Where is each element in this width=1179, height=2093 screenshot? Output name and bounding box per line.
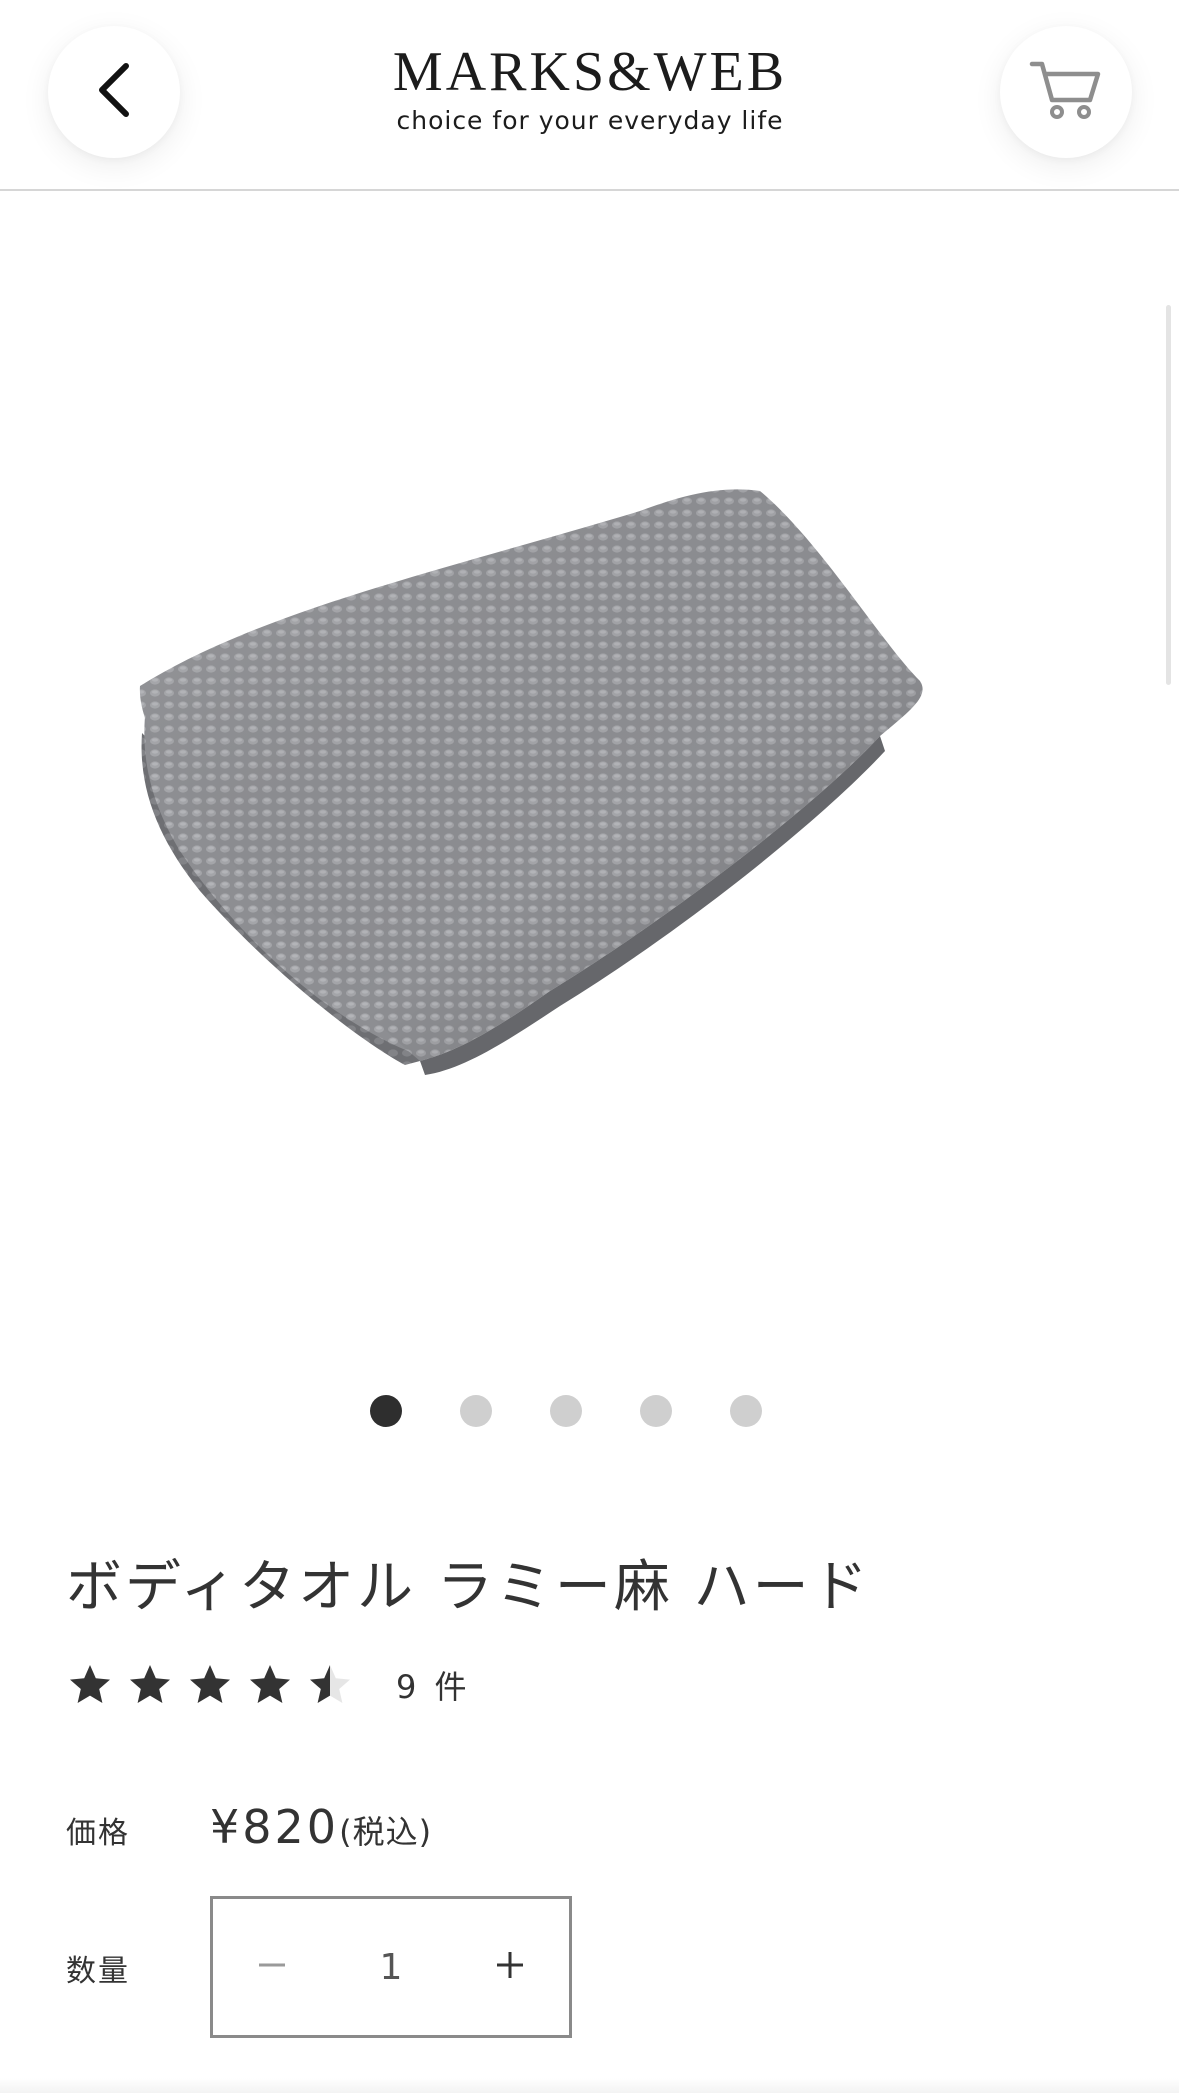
product-rating[interactable]: 9 件 [66,1655,471,1715]
cart-icon [1028,54,1104,130]
brand-tagline: choice for your everyday life [396,106,784,135]
gallery-dot-3[interactable] [549,1395,582,1427]
product-gallery[interactable] [0,191,1179,1331]
gallery-dot-1[interactable] [369,1395,402,1427]
back-button[interactable] [48,26,180,158]
app-header: MARKS&WEB choice for your everyday life [0,0,1179,191]
plus-icon [495,1950,525,1984]
price-tax-note: (税込) [339,1813,433,1851]
quantity-increase-button[interactable] [451,1899,569,2035]
quantity-value[interactable]: 1 [331,1947,451,1988]
star-icon [250,1665,290,1703]
star-icon [130,1665,170,1703]
gallery-pagination [0,1395,1155,1429]
gallery-scrollbar [1166,305,1171,685]
quantity-decrease-button[interactable] [213,1899,331,2035]
cart-button[interactable] [1000,26,1132,158]
brand-logo[interactable]: MARKS&WEB choice for your everyday life [340,42,840,138]
gallery-dot-4[interactable] [639,1395,672,1427]
quantity-label: 数量 [66,1954,130,1989]
product-image [139,489,923,1075]
chevron-left-icon [90,58,138,126]
bottom-edge [0,2078,1179,2093]
quantity-stepper: 1 [210,1896,572,2038]
review-count[interactable]: 9 件 [396,1662,471,1708]
price-value: ¥820 [210,1800,340,1854]
star-icon [70,1665,110,1703]
star-half-icon [310,1665,350,1703]
minus-icon [257,1950,287,1984]
star-icon [190,1665,230,1703]
gallery-dot-2[interactable] [459,1395,492,1427]
price-label: 価格 [66,1816,130,1851]
rating-stars [66,1661,354,1709]
brand-name: MARKS&WEB [392,41,788,103]
product-title: ボディタオル ラミー麻 ハード [66,1555,871,1620]
gallery-dot-5[interactable] [729,1395,762,1427]
price: ¥820(税込) [210,1800,432,1854]
